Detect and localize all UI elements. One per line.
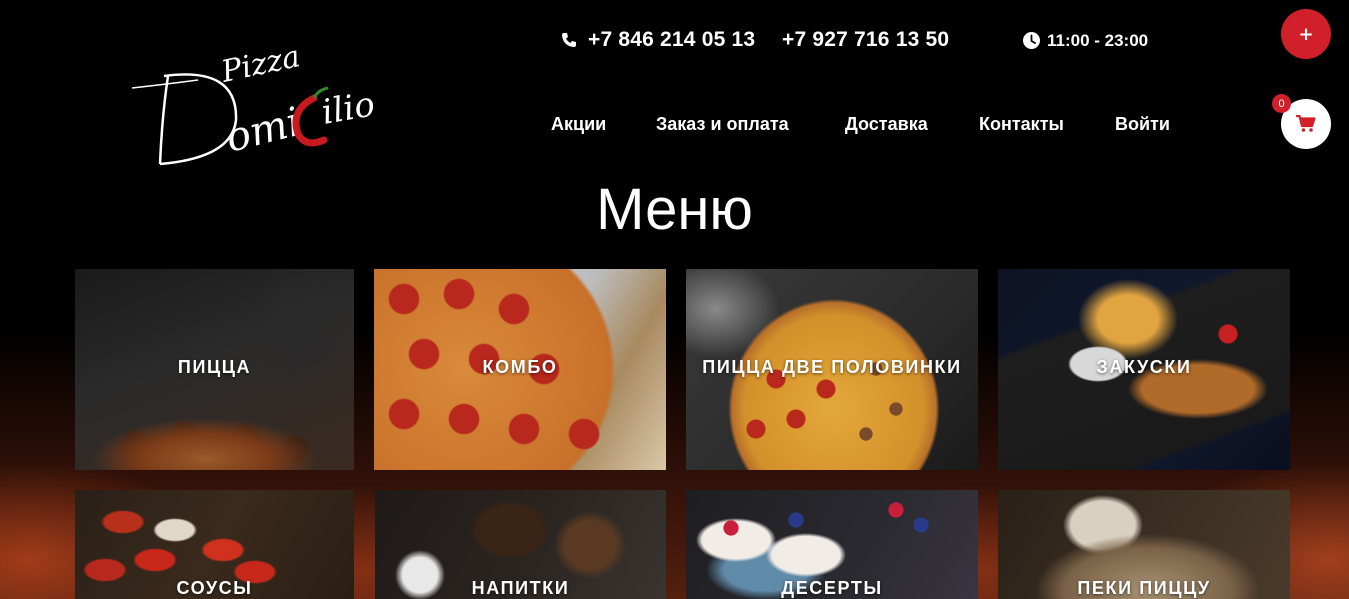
- cart-count-badge: 0: [1272, 94, 1291, 113]
- menu-tile-drinks[interactable]: НАПИТКИ: [375, 490, 666, 599]
- plus-icon: +: [1298, 23, 1314, 45]
- tile-label: СОУСЫ: [176, 578, 253, 598]
- menu-tile-sauces[interactable]: СОУСЫ: [75, 490, 354, 599]
- nav-item-order-payment[interactable]: Заказ и оплата: [656, 114, 789, 135]
- tile-label: ПЕКИ ПИЦЦУ: [1077, 578, 1211, 598]
- logo-word-pizza: Pizza: [217, 39, 303, 90]
- tile-label: ДЕСЕРТЫ: [781, 578, 883, 598]
- tile-label: КОМБО: [482, 357, 558, 377]
- page-title: Меню: [596, 177, 753, 242]
- menu-tile-pizza[interactable]: ПИЦЦА: [75, 269, 354, 470]
- phone-icon: [562, 33, 576, 47]
- nav-item-login[interactable]: Войти: [1115, 114, 1170, 135]
- menu-tile-desserts[interactable]: ДЕСЕРТЫ: [686, 490, 978, 599]
- tile-label: НАПИТКИ: [471, 578, 570, 598]
- clock-icon: [1023, 32, 1040, 49]
- logo-graphic: Pizza omi ilio: [131, 39, 378, 166]
- logo[interactable]: Pizza omi ilio: [128, 36, 388, 171]
- plus-button[interactable]: +: [1281, 9, 1331, 59]
- cart-icon: [1296, 115, 1316, 132]
- phone-number-2[interactable]: +7 927 716 13 50: [782, 28, 949, 52]
- menu-tile-snacks[interactable]: ЗАКУСКИ: [998, 269, 1290, 470]
- svg-text:omi: omi: [221, 99, 305, 162]
- nav-item-contacts[interactable]: Контакты: [979, 114, 1064, 135]
- svg-text:ilio: ilio: [319, 84, 378, 133]
- nav-item-delivery[interactable]: Доставка: [845, 114, 928, 135]
- menu-tile-bake-pizza[interactable]: ПЕКИ ПИЦЦУ: [998, 490, 1290, 599]
- working-hours: 11:00 - 23:00: [1047, 31, 1149, 50]
- phone-number-1[interactable]: +7 846 214 05 13: [588, 28, 755, 52]
- menu-tile-pizza-half[interactable]: ПИЦЦА ДВЕ ПОЛОВИНКИ: [686, 269, 978, 470]
- nav-item-promotions[interactable]: Акции: [551, 114, 606, 135]
- tile-label: ПИЦЦА ДВЕ ПОЛОВИНКИ: [702, 357, 962, 377]
- menu-tile-combo[interactable]: КОМБО: [374, 269, 666, 470]
- tile-label: ЗАКУСКИ: [1096, 357, 1192, 377]
- tile-label: ПИЦЦА: [177, 357, 252, 377]
